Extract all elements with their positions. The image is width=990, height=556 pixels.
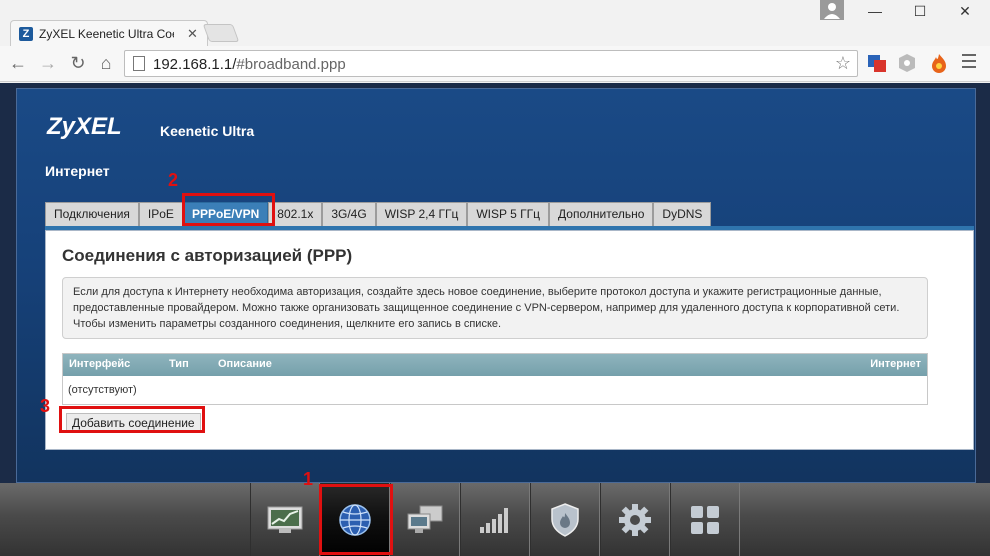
forward-arrow-icon[interactable]: → (38, 53, 58, 73)
minimize-icon[interactable]: — (860, 3, 890, 23)
tab-dydns[interactable]: DyDNS (653, 202, 712, 226)
annotation-number-2: 2 (168, 170, 179, 190)
page-content: ZyXEL Keenetic Ultra Интернет Подключени… (0, 83, 990, 556)
shield-icon (551, 502, 579, 537)
new-tab-button[interactable] (202, 24, 240, 42)
section-title: Интернет (45, 163, 110, 179)
gear-icon (619, 503, 651, 536)
table-header: Интерфейс Тип Описание Интернет (63, 354, 927, 376)
column-interface: Интерфейс (69, 358, 131, 370)
column-internet: Интернет (870, 358, 921, 370)
browser-tab[interactable]: Z ZyXEL Keenetic Ultra Соед ✕ (10, 20, 208, 47)
page-icon (133, 56, 145, 71)
dock-apps-button[interactable] (670, 483, 740, 556)
zyxel-logo: ZyXEL (47, 113, 122, 140)
tab-additional[interactable]: Дополнительно (549, 202, 654, 226)
monitor-chart-icon (267, 506, 303, 533)
router-tabs: Подключения IPoE PPPoE/VPN 802.1x 3G/4G … (45, 202, 712, 226)
dock-security-button[interactable] (530, 483, 600, 556)
annotation-number-1: 1 (303, 469, 314, 489)
annotation-box-add-button (59, 406, 205, 433)
browser-toolbar: ← → ↻ ⌂ 192.168.1.1/#broadband.ppp ☆ (0, 46, 990, 82)
dock-home-network-button[interactable] (390, 483, 460, 556)
dock-system-button[interactable] (600, 483, 670, 556)
translate-extension-icon[interactable] (866, 53, 888, 75)
empty-row-text: (отсутствуют) (68, 384, 137, 396)
back-arrow-icon[interactable]: ← (8, 53, 28, 73)
browser-menu-icon[interactable] (962, 54, 976, 70)
bottom-dock (0, 483, 990, 556)
wifi-signal-bars-icon (480, 507, 508, 533)
tab-wisp-5[interactable]: WISP 5 ГГц (467, 202, 550, 226)
maximize-icon[interactable]: ☐ (905, 3, 935, 23)
tab-802-1x[interactable]: 802.1x (268, 202, 323, 226)
annotation-box-pppoe-tab (182, 193, 275, 226)
apps-grid-icon (691, 505, 719, 534)
fire-extension-icon[interactable] (928, 53, 950, 75)
close-window-icon[interactable]: ✕ (950, 3, 980, 23)
info-text: Если для доступа к Интернету необходима … (62, 277, 928, 339)
panel-title: Соединения с авторизацией (PPP) (62, 246, 353, 265)
connections-table: Интерфейс Тип Описание Интернет (отсутст… (62, 353, 928, 405)
dock-wifi-button[interactable] (460, 483, 530, 556)
eye-extension-icon[interactable] (896, 53, 918, 75)
url-text: 192.168.1.1/#broadband.ppp (153, 56, 346, 73)
tab-title: ZyXEL Keenetic Ultra Соед (39, 27, 174, 41)
browser-titlebar: Z ZyXEL Keenetic Ultra Соед ✕ — ☐ ✕ (0, 0, 990, 47)
bookmark-star-icon[interactable]: ☆ (835, 53, 851, 74)
tab-connections[interactable]: Подключения (45, 202, 139, 226)
tab-close-icon[interactable]: ✕ (187, 26, 198, 42)
column-type: Тип (169, 358, 189, 370)
address-bar[interactable]: 192.168.1.1/#broadband.ppp ☆ (124, 50, 858, 77)
tab-3g-4g[interactable]: 3G/4G (322, 202, 376, 226)
model-name: Keenetic Ultra (160, 123, 255, 139)
column-description: Описание (218, 358, 272, 370)
tab-wisp-24[interactable]: WISP 2,4 ГГц (375, 202, 468, 226)
dock-monitor-button[interactable] (250, 483, 320, 556)
home-icon[interactable]: ⌂ (96, 53, 116, 73)
profile-icon[interactable] (820, 0, 844, 20)
tab-ipoe[interactable]: IPoE (138, 202, 183, 226)
reload-icon[interactable]: ↻ (68, 53, 88, 73)
annotation-number-3: 3 (40, 396, 51, 416)
annotation-box-internet-dock (319, 484, 393, 555)
zyxel-favicon-icon: Z (19, 27, 33, 41)
network-computers-icon (407, 505, 443, 533)
